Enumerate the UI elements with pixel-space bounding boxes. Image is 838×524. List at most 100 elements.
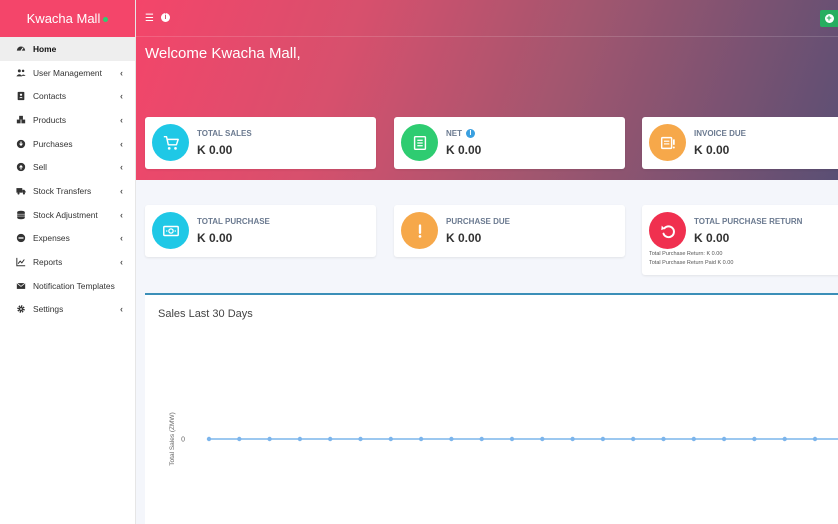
exclamation-icon xyxy=(401,212,438,249)
line-chart-icon xyxy=(16,257,26,267)
data-point[interactable] xyxy=(418,436,424,442)
money-icon xyxy=(152,212,189,249)
card-title: INVOICE DUE xyxy=(694,129,747,138)
chevron-left-icon: ‹ xyxy=(120,185,123,196)
chevron-left-icon: ‹ xyxy=(120,138,123,149)
data-point[interactable] xyxy=(661,436,666,442)
data-point[interactable] xyxy=(631,436,636,442)
sidebar-item-label: Contacts xyxy=(33,91,67,102)
sidebar-item-settings[interactable]: Settings ‹ xyxy=(0,298,135,322)
sidebar-item-notification-templates[interactable]: Notification Templates xyxy=(0,274,135,298)
sidebar-item-purchases[interactable]: Purchases ‹ xyxy=(0,132,135,156)
plus-circle-icon: + xyxy=(824,13,834,23)
data-point[interactable] xyxy=(479,436,484,442)
card-title: TOTAL PURCHASE xyxy=(197,217,270,226)
card-value: K 0.00 xyxy=(694,143,730,157)
net-card: NET i K 0.00 xyxy=(394,117,625,169)
top-bar: ☰ i + xyxy=(136,0,838,37)
data-point[interactable] xyxy=(752,436,757,442)
y-axis-label: Total Sales (ZMW) xyxy=(169,412,176,465)
data-point[interactable] xyxy=(509,436,515,442)
data-point[interactable] xyxy=(449,436,454,442)
data-point[interactable] xyxy=(721,436,727,442)
welcome-title: Welcome Kwacha Mall, xyxy=(145,45,301,62)
data-point[interactable] xyxy=(540,436,545,442)
sidebar-item-stock-adjustment[interactable]: Stock Adjustment ‹ xyxy=(0,203,135,227)
data-point[interactable] xyxy=(570,436,575,442)
database-icon xyxy=(16,210,26,220)
dashboard-icon xyxy=(16,44,26,54)
sidebar: Kwacha Mall Home User Management ‹ Contacts… xyxy=(0,0,136,524)
sidebar-item-label: Stock Adjustment xyxy=(33,209,98,220)
chevron-left-icon: ‹ xyxy=(120,257,123,268)
cubes-icon xyxy=(16,115,26,125)
arrow-circle-down-icon xyxy=(16,139,26,149)
sidebar-item-stock-transfers[interactable]: Stock Transfers ‹ xyxy=(0,179,135,203)
sidebar-item-label: Notification Templates xyxy=(33,280,115,291)
envelope-icon xyxy=(16,281,26,291)
data-point[interactable] xyxy=(206,436,212,442)
sidebar-item-label: Expenses xyxy=(33,233,70,244)
sidebar-item-home[interactable]: Home xyxy=(0,37,135,61)
sidebar-item-label: Home xyxy=(33,43,57,54)
sidebar-item-label: Reports xyxy=(33,257,63,268)
invoice-due-card: INVOICE DUE K 0.00 xyxy=(642,117,838,169)
online-status-dot xyxy=(103,17,109,22)
sidebar-item-label: Products xyxy=(33,114,67,125)
purchase-due-card: PURCHASE DUE K 0.00 xyxy=(394,205,625,257)
purchase-return-note: Total Purchase Return: K 0.00 xyxy=(649,251,723,257)
data-point[interactable] xyxy=(328,436,333,442)
card-value: K 0.00 xyxy=(197,143,233,157)
brand-name: Kwacha Mall xyxy=(26,11,101,26)
sales-line-chart: Total Sales (ZMW) 0 xyxy=(169,412,838,466)
data-point[interactable] xyxy=(297,436,303,442)
cog-icon xyxy=(16,304,26,314)
brand-header[interactable]: Kwacha Mall xyxy=(0,0,135,37)
hamburger-menu-icon[interactable]: ☰ xyxy=(145,13,154,24)
chevron-left-icon: ‹ xyxy=(120,304,123,315)
card-value: K 0.00 xyxy=(197,231,233,245)
data-point[interactable] xyxy=(691,436,696,442)
card-title: NET i xyxy=(446,129,475,138)
info-icon[interactable]: i xyxy=(161,13,170,22)
arrow-circle-up-icon xyxy=(16,162,26,172)
sidebar-item-sell[interactable]: Sell ‹ xyxy=(0,155,135,179)
chevron-left-icon: ‹ xyxy=(120,209,123,220)
cart-icon xyxy=(152,124,189,161)
add-button[interactable]: + xyxy=(820,10,838,27)
data-point[interactable] xyxy=(782,436,787,442)
data-point[interactable] xyxy=(267,436,272,442)
data-point[interactable] xyxy=(388,436,393,442)
sidebar-nav: Home User Management ‹ Contacts ‹ Products ‹ Pu… xyxy=(0,37,135,321)
users-icon xyxy=(16,68,26,78)
data-point[interactable] xyxy=(812,436,818,442)
sidebar-item-reports[interactable]: Reports ‹ xyxy=(0,250,135,274)
total-sales-card: TOTAL SALES K 0.00 xyxy=(145,117,376,169)
chevron-left-icon: ‹ xyxy=(120,91,123,102)
data-point[interactable] xyxy=(237,436,242,442)
sidebar-item-products[interactable]: Products ‹ xyxy=(0,108,135,132)
total-purchase-card: TOTAL PURCHASE K 0.00 xyxy=(145,205,376,257)
sidebar-item-label: Sell xyxy=(33,162,47,173)
net-title: NET xyxy=(446,129,462,138)
sidebar-item-contacts[interactable]: Contacts ‹ xyxy=(0,84,135,108)
card-value: K 0.00 xyxy=(446,143,482,157)
chevron-left-icon: ‹ xyxy=(120,162,123,173)
data-point[interactable] xyxy=(600,436,606,442)
undo-icon xyxy=(649,212,686,249)
card-title: TOTAL PURCHASE RETURN xyxy=(694,217,803,226)
sidebar-item-label: Purchases xyxy=(33,138,73,149)
chevron-left-icon: ‹ xyxy=(120,114,123,125)
chevron-left-icon: ‹ xyxy=(120,233,123,244)
purchase-return-paid-note: Total Purchase Return Paid K 0.00 xyxy=(649,260,734,266)
sidebar-item-user-management[interactable]: User Management ‹ xyxy=(0,61,135,85)
card-title: PURCHASE DUE xyxy=(446,217,511,226)
info-circle-icon[interactable]: i xyxy=(466,129,475,138)
data-point[interactable] xyxy=(358,436,363,442)
invoice-warning-icon xyxy=(649,124,686,161)
sidebar-item-label: Stock Transfers xyxy=(33,185,92,196)
y-tick-label: 0 xyxy=(181,437,185,444)
main-content: ☰ i + Welcome Kwacha Mall, TOTAL SALES K… xyxy=(136,0,838,524)
sidebar-item-expenses[interactable]: Expenses ‹ xyxy=(0,227,135,251)
card-value: K 0.00 xyxy=(446,231,482,245)
